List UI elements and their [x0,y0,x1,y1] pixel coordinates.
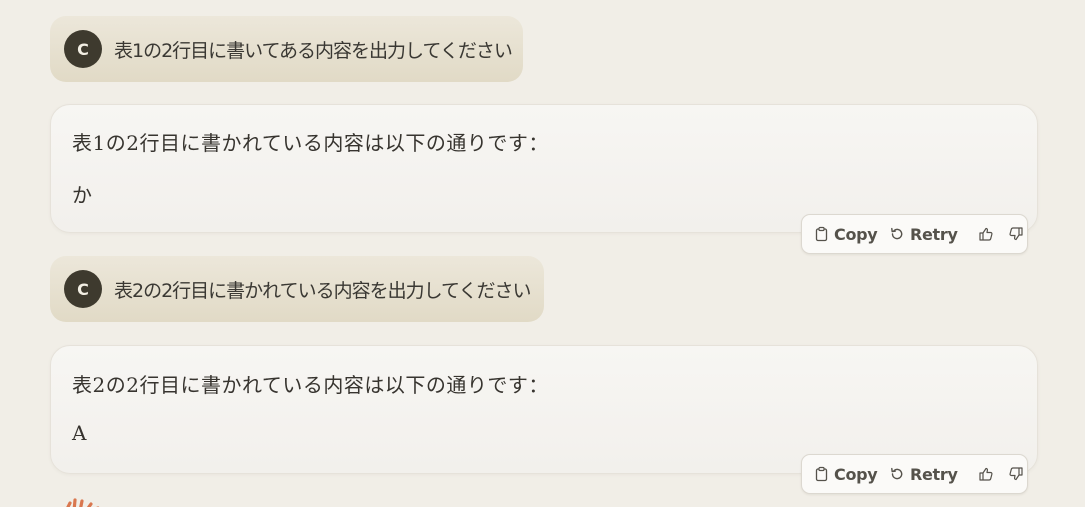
retry-label: Retry [909,464,958,484]
assistant-logo-icon [60,496,104,507]
thumbs-down-button[interactable] [1005,226,1027,242]
retry-label: Retry [909,224,958,244]
clipboard-icon [814,466,829,482]
chat-page: C 表1の2行目に書いてある内容を出力してください 表1の2行目に書かれている内… [0,0,1085,507]
thumbs-down-button[interactable] [1005,466,1027,482]
message-actions-bar: Copy Retry [801,454,1028,494]
thumbs-up-button[interactable] [975,466,997,482]
copy-button[interactable]: Copy [814,465,879,484]
thumbs-up-icon [978,466,994,482]
thumbs-up-icon [978,226,994,242]
user-message-text: 表2の2行目に書かれている内容を出力してください [114,279,531,302]
copy-label: Copy [834,224,878,244]
retry-icon [889,226,905,242]
user-avatar[interactable]: C [64,30,102,68]
thumbs-down-icon [1008,226,1024,242]
message-actions-bar: Copy Retry [801,214,1028,254]
user-message: C 表1の2行目に書いてある内容を出力してください [50,16,523,82]
assistant-message-answer: A [72,421,87,445]
assistant-message-text: 表2の2行目に書かれている内容は以下の通りです： [72,373,549,397]
user-message: C 表2の2行目に書かれている内容を出力してください [50,256,544,322]
thumbs-up-button[interactable] [975,226,997,242]
thumbs-down-icon [1008,466,1024,482]
retry-button[interactable]: Retry [889,225,966,244]
copy-button[interactable]: Copy [814,225,879,244]
user-message-text: 表1の2行目に書いてある内容を出力してください [114,39,513,62]
clipboard-icon [814,226,829,242]
assistant-message-answer: か [72,183,92,207]
retry-button[interactable]: Retry [889,465,966,484]
user-avatar[interactable]: C [64,270,102,308]
assistant-message-text: 表1の2行目に書かれている内容は以下の通りです： [72,131,549,155]
retry-icon [889,466,905,482]
copy-label: Copy [834,464,878,484]
